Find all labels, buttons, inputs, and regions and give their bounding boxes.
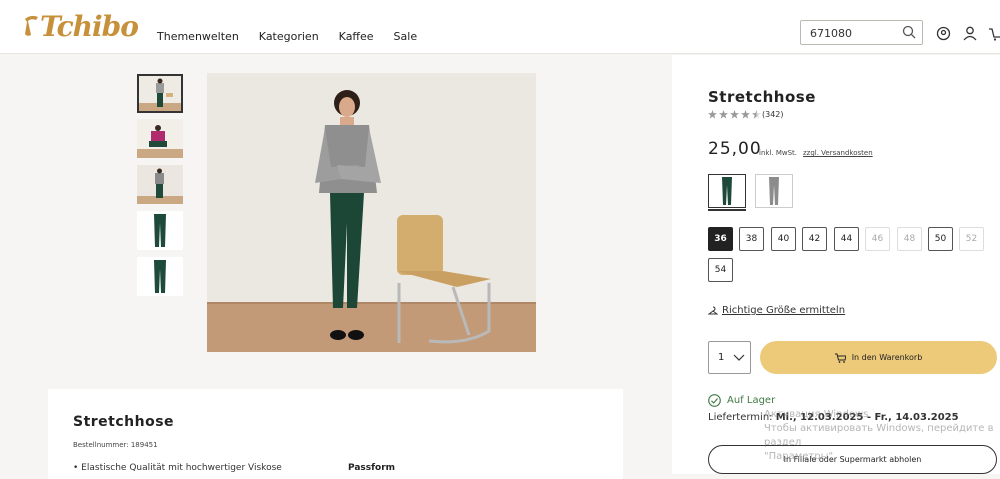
check-circle-icon	[708, 394, 721, 407]
delivery-info: Liefertermin: Mi., 12.03.2025 - Fr., 14.…	[708, 412, 959, 423]
star-icon	[741, 110, 750, 119]
price: 25,00	[708, 139, 762, 159]
nav-kategorien[interactable]: Kategorien	[259, 30, 319, 43]
size-46[interactable]: 46	[865, 227, 890, 251]
tchibo-logo[interactable]: Tchibo	[22, 9, 139, 43]
thumbnail-5[interactable]	[137, 257, 183, 296]
thumbnail-image	[137, 257, 183, 296]
thumbnail-image	[137, 119, 183, 158]
thumbnail-3[interactable]	[137, 165, 183, 204]
order-number: Bestellnummer: 189451	[73, 441, 158, 449]
description-title: Stretchhose	[73, 414, 175, 430]
star-icon	[730, 110, 739, 119]
main-nav: Themenwelten Kategorien Kaffee Sale	[157, 30, 417, 43]
logo-text: Tchibo	[40, 9, 139, 43]
search-box	[800, 20, 923, 45]
delivery-dates: Mi., 12.03.2025 - Fr., 14.03.2025	[775, 412, 959, 423]
size-finder-link[interactable]: Richtige Größe ermitteln	[708, 305, 845, 316]
color-swatch-grey[interactable]	[755, 174, 793, 208]
thumbnail-image	[137, 211, 183, 250]
product-title: Stretchhose	[708, 88, 816, 106]
thumbnail-2[interactable]	[137, 119, 183, 158]
stock-label: Auf Lager	[727, 395, 776, 406]
swatch-selected-indicator	[708, 209, 746, 211]
model-photo	[207, 73, 536, 352]
size-40[interactable]: 40	[771, 227, 796, 251]
size-44[interactable]: 44	[834, 227, 859, 251]
quantity-select[interactable]: 1	[708, 341, 751, 374]
pants-icon	[722, 177, 732, 205]
nav-kaffee[interactable]: Kaffee	[339, 30, 374, 43]
size-36[interactable]: 36	[708, 227, 733, 251]
color-swatch-green[interactable]	[708, 174, 746, 208]
location-icon[interactable]	[936, 26, 951, 41]
site-header: Tchibo Themenwelten Kategorien Kaffee Sa…	[0, 0, 1000, 54]
nav-sale[interactable]: Sale	[394, 30, 418, 43]
size-52[interactable]: 52	[959, 227, 984, 251]
store-pickup-button[interactable]: In Filiale oder Supermarkt abholen	[708, 445, 997, 474]
delivery-label: Liefertermin:	[708, 412, 773, 423]
stock-status: Auf Lager	[708, 394, 775, 407]
quantity-value: 1	[718, 352, 725, 363]
star-icon	[708, 110, 717, 119]
shipping-link[interactable]: zzgl. Versandkosten	[803, 149, 873, 157]
search-icon[interactable]	[902, 25, 916, 39]
vat-note: inkl. MwSt.	[759, 149, 798, 157]
hanger-icon	[708, 306, 718, 314]
thumbnail-1[interactable]	[137, 74, 183, 113]
star-icon	[719, 110, 728, 119]
feature-bullet: • Elastische Qualität mit hochwertiger V…	[73, 463, 282, 473]
cart-icon	[834, 353, 846, 363]
review-count[interactable]: (342)	[762, 110, 784, 119]
thumbnail-image	[137, 165, 183, 204]
size-48[interactable]: 48	[897, 227, 922, 251]
pants-icon	[769, 177, 779, 205]
thumbnail-image	[139, 76, 181, 111]
add-to-cart-button[interactable]: In den Warenkorb	[760, 341, 997, 374]
size-38[interactable]: 38	[739, 227, 764, 251]
rating-stars[interactable]	[708, 110, 761, 119]
passform-heading[interactable]: Passform	[348, 463, 395, 473]
size-54[interactable]: 54	[708, 258, 733, 282]
cart-icon[interactable]	[989, 26, 1000, 41]
size-50[interactable]: 50	[928, 227, 953, 251]
user-icon[interactable]	[963, 26, 977, 41]
logo-mark-icon	[25, 15, 38, 36]
size-finder-label: Richtige Größe ermitteln	[722, 305, 846, 316]
main-product-image[interactable]	[207, 73, 536, 352]
size-42[interactable]: 42	[802, 227, 827, 251]
search-input[interactable]	[810, 25, 900, 41]
thumbnail-4[interactable]	[137, 211, 183, 250]
chevron-down-icon	[733, 354, 745, 361]
add-to-cart-label: In den Warenkorb	[851, 353, 923, 362]
nav-themenwelten[interactable]: Themenwelten	[157, 30, 239, 43]
star-half-icon	[752, 110, 761, 119]
